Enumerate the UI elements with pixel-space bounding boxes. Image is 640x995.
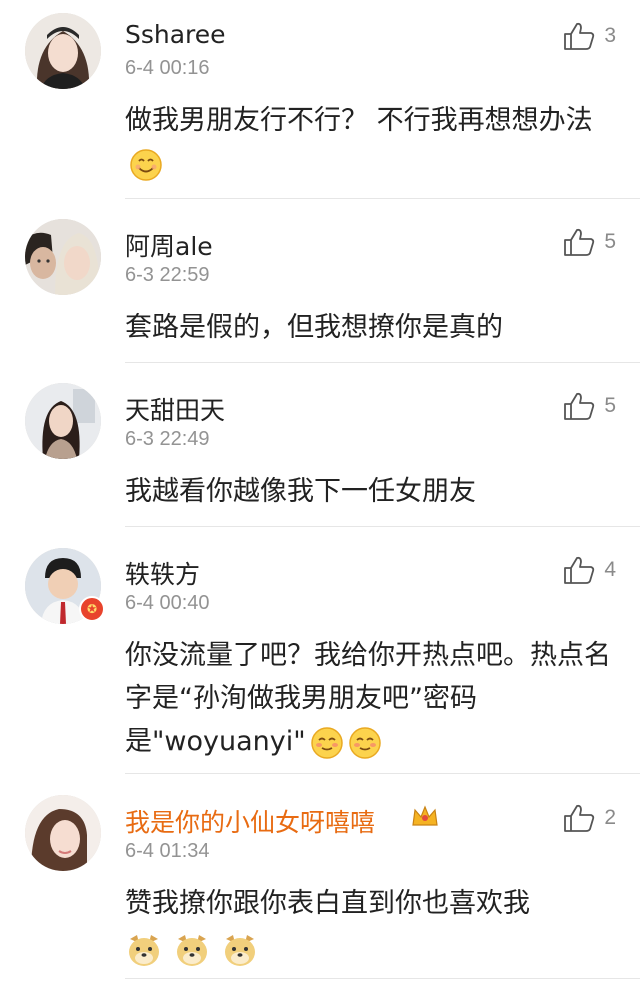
comment-text: 套路是假的，但我想撩你是真的 (125, 312, 503, 343)
comment-text-content: 做我男朋友行不行？ 不行我再想想办法 (125, 105, 593, 136)
divider (125, 526, 640, 527)
avatar[interactable] (25, 383, 101, 459)
like-count: 5 (604, 230, 616, 253)
comment-username-text: 我是你的小仙女呀嘻嘻 (125, 808, 376, 837)
thumbs-up-icon (564, 556, 595, 584)
avatar[interactable] (25, 13, 101, 89)
comment-text-content: 赞我撩你跟你表白直到你也喜欢我 (125, 888, 530, 919)
like-button[interactable]: 4 (563, 556, 616, 584)
verified-badge-icon: ✪ (79, 596, 105, 622)
avatar[interactable] (25, 219, 101, 295)
thumbs-up-icon (564, 228, 595, 256)
divider (125, 978, 640, 979)
comment-text: 做我男朋友行不行？ 不行我再想想办法 (125, 99, 625, 185)
thumbs-up-icon (564, 804, 595, 832)
comment-time: 6-4 00:40 (125, 592, 210, 614)
like-count: 4 (604, 558, 616, 581)
comment-username[interactable]: 我是你的小仙女呀嘻嘻 (125, 803, 375, 839)
comment-username[interactable]: Ssharee (125, 20, 226, 49)
comment-text: 你没流量了吧？我给你开热点吧。热点名字是“孙洵做我男朋友吧”密码是"woyuan… (125, 634, 625, 763)
comment-time: 6-4 01:34 (125, 840, 210, 862)
like-count: 2 (604, 806, 616, 829)
comment-username[interactable]: 天甜田天 (125, 391, 225, 427)
blush-emoji-icon (310, 726, 343, 759)
comment-username[interactable]: 阿周ale (125, 227, 213, 263)
like-count: 5 (604, 394, 616, 417)
divider (125, 362, 640, 363)
smile-emoji-icon (130, 148, 162, 181)
emoji-row (125, 927, 625, 970)
doge-emoji-icon (177, 934, 207, 966)
comment-text: 我越看你越像我下一任女朋友 (125, 476, 476, 507)
comment-text: 赞我撩你跟你表白直到你也喜欢我 (125, 882, 625, 970)
crown-badge-icon (412, 805, 438, 826)
comment-time: 6-4 00:16 (125, 57, 210, 79)
avatar[interactable] (25, 795, 101, 871)
blush-emoji-icon (348, 726, 381, 759)
like-count: 3 (604, 24, 616, 47)
like-button[interactable]: 5 (563, 228, 616, 256)
like-button[interactable]: 5 (563, 392, 616, 420)
comment-time: 6-3 22:49 (125, 428, 210, 450)
like-button[interactable]: 2 (563, 804, 616, 832)
divider (125, 198, 640, 199)
doge-emoji-icon (225, 934, 255, 966)
like-button[interactable]: 3 (563, 22, 616, 50)
thumbs-up-icon (564, 392, 595, 420)
doge-emoji-icon (129, 934, 159, 966)
comment-username[interactable]: 轶轶方 (125, 555, 200, 591)
comment-time: 6-3 22:59 (125, 264, 210, 286)
thumbs-up-icon (564, 22, 595, 50)
divider (125, 773, 640, 774)
